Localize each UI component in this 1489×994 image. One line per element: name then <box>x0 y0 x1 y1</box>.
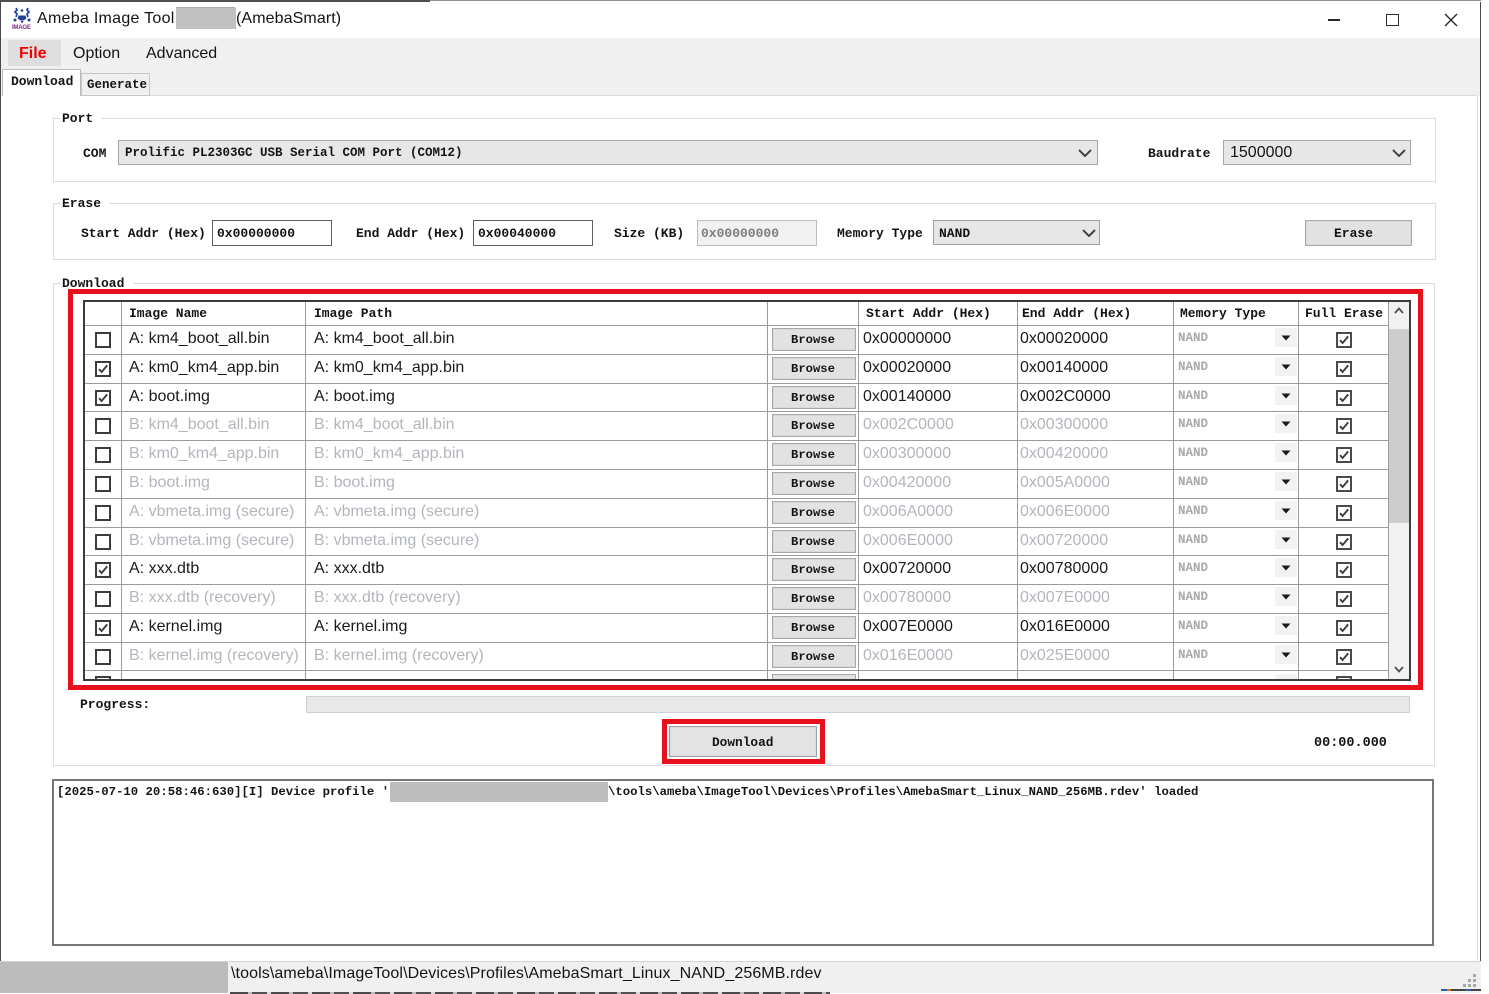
svg-text:IMAGE: IMAGE <box>12 24 31 30</box>
